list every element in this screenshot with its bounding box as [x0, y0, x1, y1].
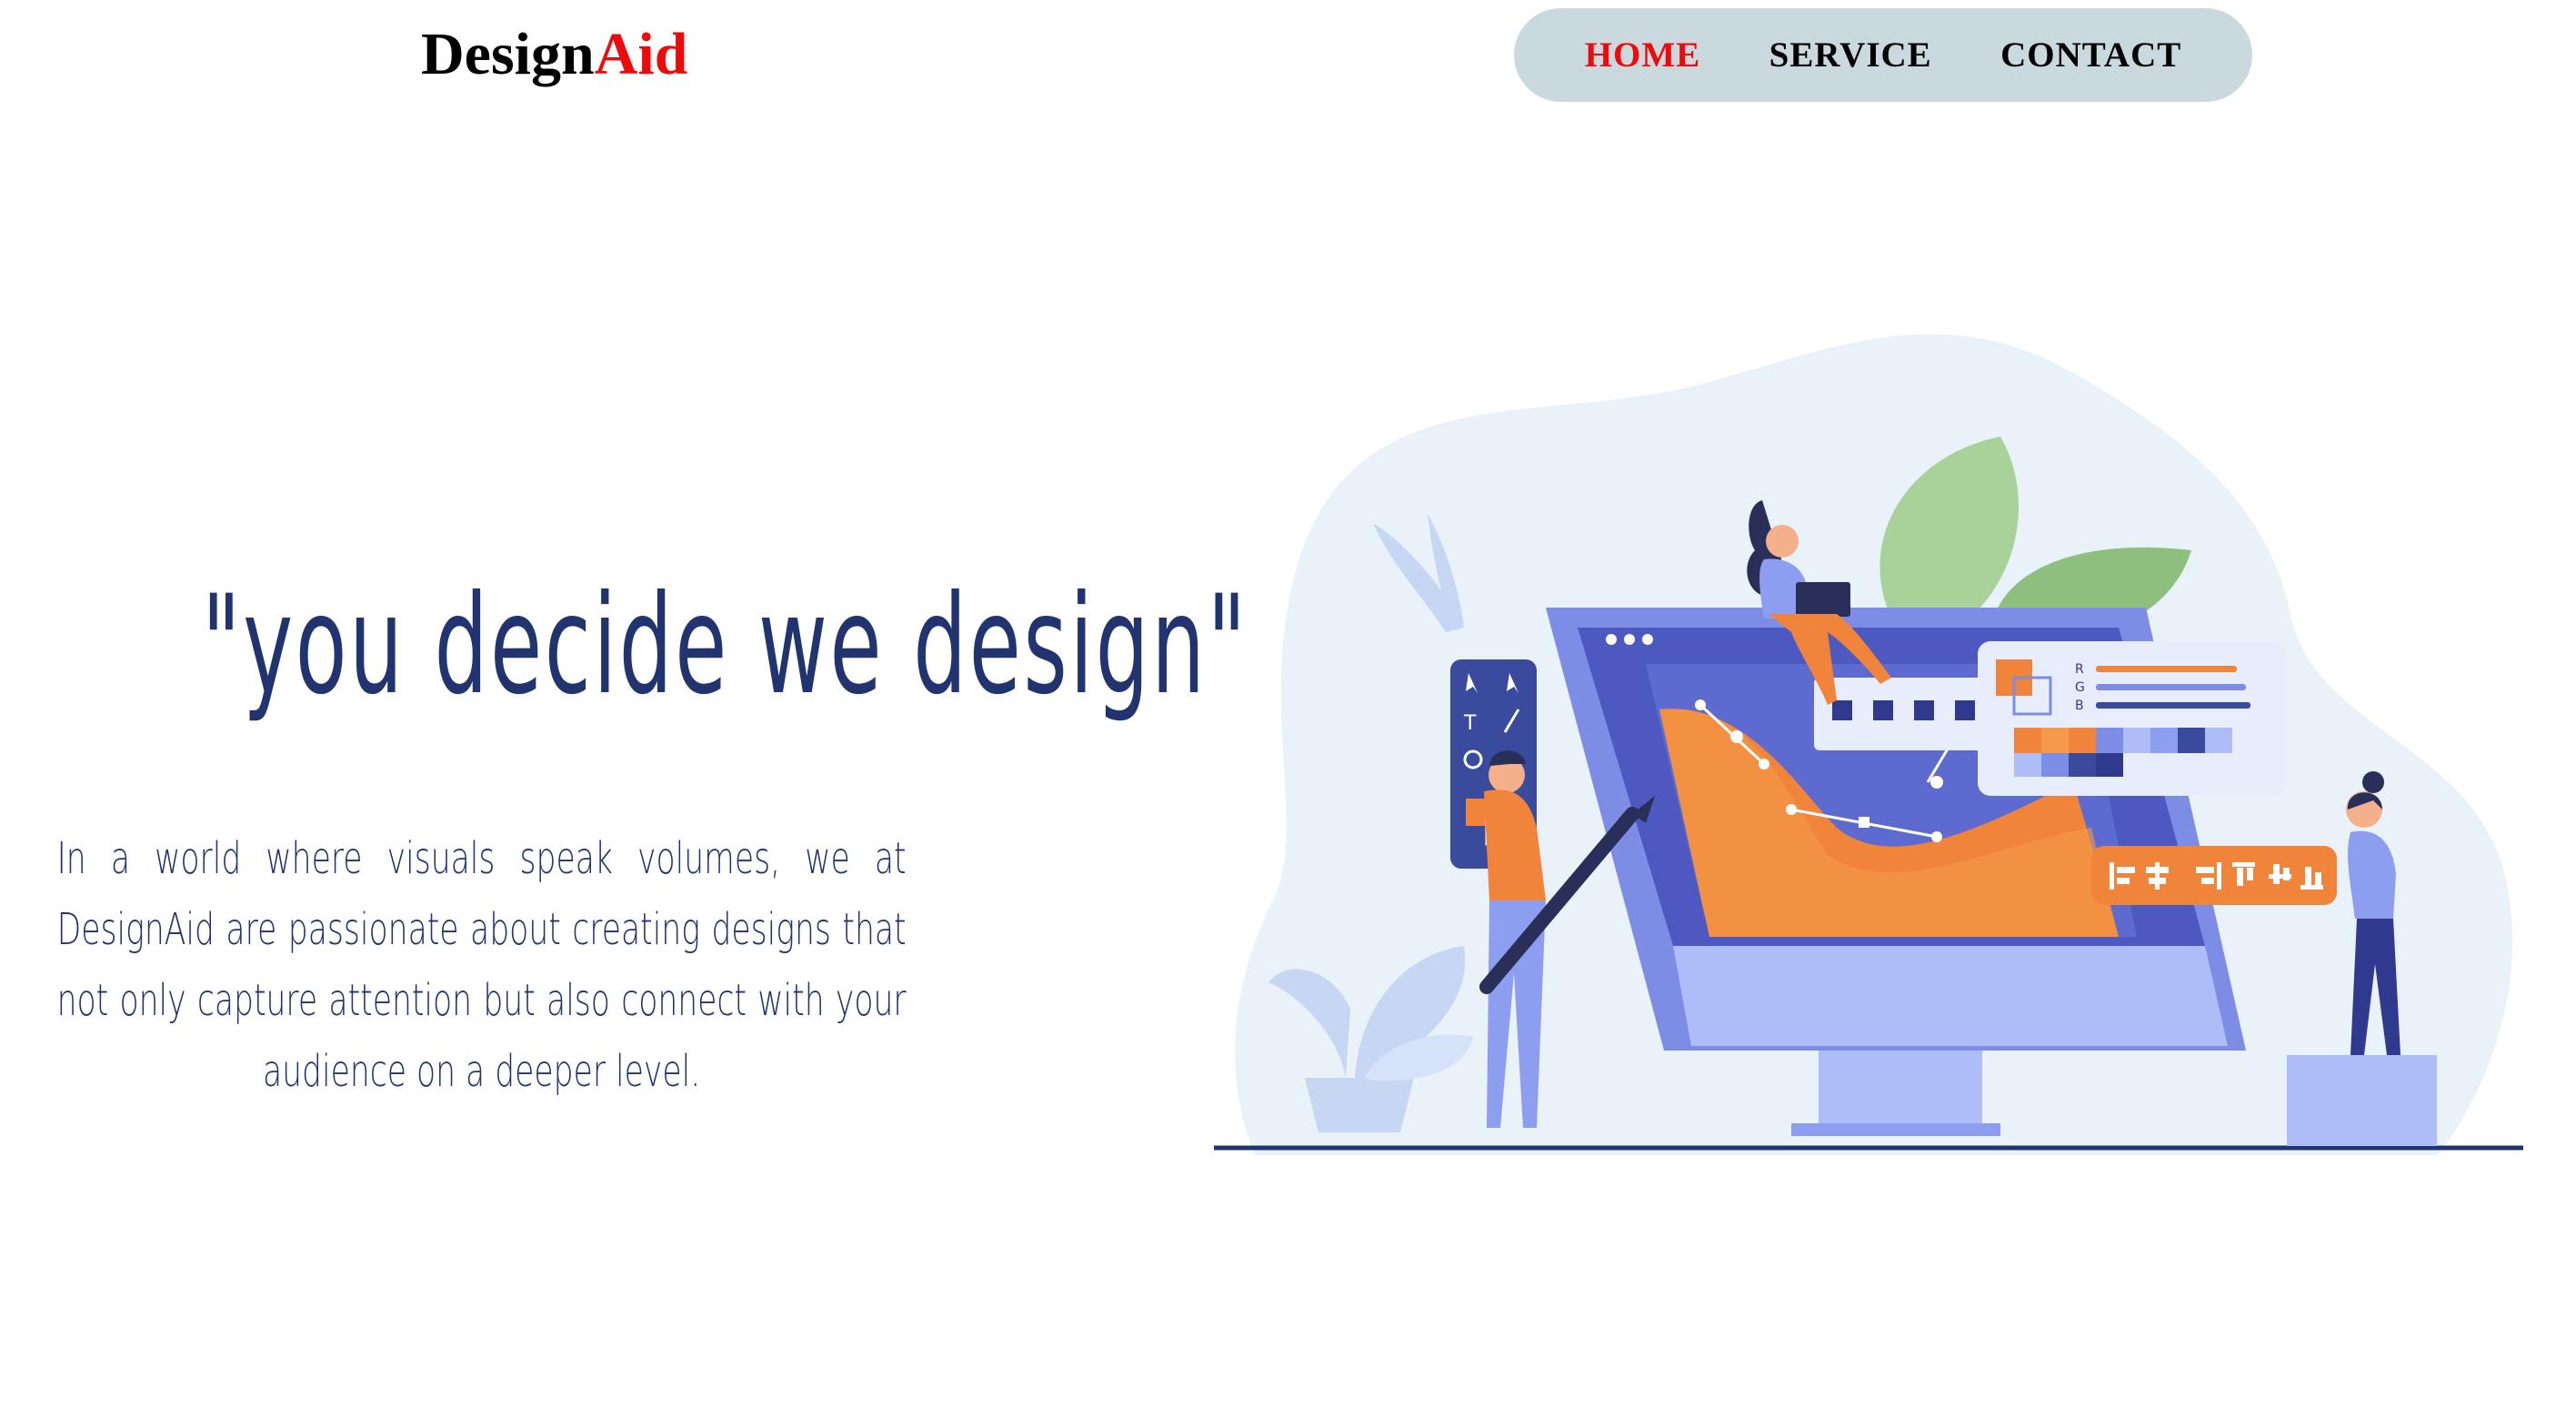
- color-label-b: B: [2075, 699, 2084, 713]
- color-label-r: R: [2075, 662, 2084, 677]
- nav-contact-link[interactable]: CONTACT: [2000, 35, 2181, 75]
- logo-text-accent: Aid: [594, 21, 688, 87]
- logo-text-main: Design: [421, 21, 595, 87]
- color-label-g: G: [2075, 680, 2085, 695]
- nav-home-link[interactable]: HOME: [1585, 35, 1701, 75]
- designer-team-illustration: T ★ R G B: [1214, 334, 2523, 1156]
- alignment-toolbar-icon: [2091, 846, 2337, 905]
- hero-headline: "you decide we design": [201, 567, 1248, 725]
- svg-text:T: T: [1463, 712, 1477, 735]
- hero-description-text: In a world where visuals speak volumes, …: [57, 833, 907, 1097]
- nav-service-link[interactable]: SERVICE: [1769, 35, 1932, 75]
- hero-description: In a world where visuals speak volumes, …: [55, 823, 909, 1107]
- brand-logo[interactable]: DesignAid: [421, 18, 687, 91]
- color-panel-icon: R G B: [1978, 641, 2287, 796]
- main-navigation: HOME SERVICE CONTACT: [1514, 8, 2252, 102]
